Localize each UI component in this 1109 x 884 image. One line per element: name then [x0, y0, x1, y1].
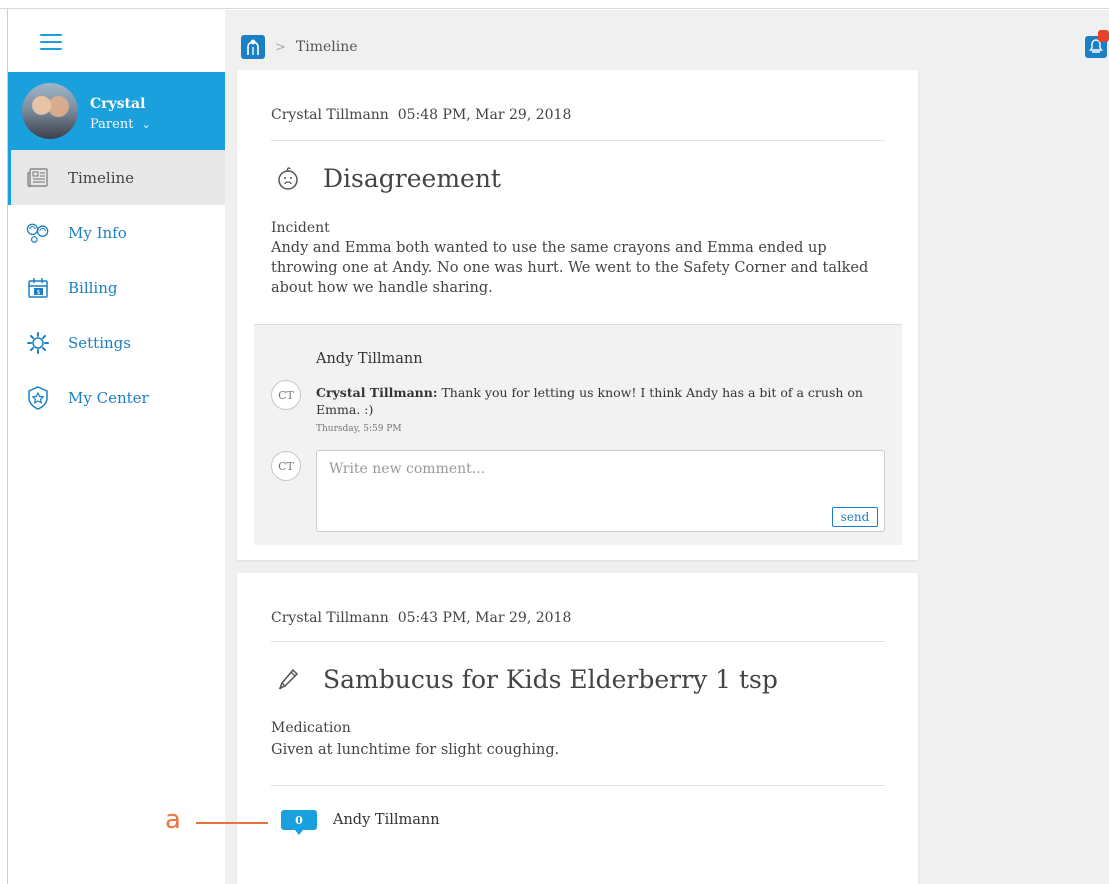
post-meta: Crystal Tillmann 05:48 PM, Mar 29, 2018: [271, 107, 571, 123]
post-title: Sambucus for Kids Elderberry 1 tsp: [323, 665, 778, 694]
app-home-icon[interactable]: [241, 35, 265, 59]
role-label: Parent: [90, 117, 134, 132]
face-icon: [275, 166, 301, 192]
post-category: Incident: [271, 220, 330, 236]
post-description: Given at lunchtime for slight coughing.: [271, 742, 560, 758]
breadcrumb-current: Timeline: [295, 39, 358, 55]
avatar: CT: [271, 380, 301, 410]
sidebar-item-timeline[interactable]: Timeline: [8, 150, 225, 205]
chevron-down-icon: ⌄: [141, 118, 151, 131]
comment-timestamp: Thursday, 5:59 PM: [316, 424, 402, 434]
child-name: Andy Tillmann: [333, 812, 440, 828]
role-dropdown[interactable]: Parent ⌄: [90, 117, 151, 132]
divider: [271, 641, 885, 642]
post-author: Crystal Tillmann: [271, 107, 389, 123]
post-title-row: Sambucus for Kids Elderberry 1 tsp: [275, 665, 778, 694]
post-category: Medication: [271, 720, 351, 736]
sidebar-item-label: Settings: [68, 333, 131, 352]
avatar: [22, 83, 78, 139]
calendar-dollar-icon: $: [26, 276, 50, 300]
pen-icon: [275, 667, 301, 693]
profile-name: Crystal: [90, 96, 146, 112]
avatar: CT: [271, 451, 301, 481]
newspaper-icon: [26, 166, 50, 190]
breadcrumb: > Timeline: [241, 35, 358, 59]
post-title: Disagreement: [323, 164, 501, 193]
comment-author: Crystal Tillmann:: [316, 385, 438, 400]
send-button[interactable]: send: [832, 507, 878, 527]
timeline-post: Crystal Tillmann 05:43 PM, Mar 29, 2018 …: [237, 573, 918, 884]
window-top-edge: [0, 0, 1109, 9]
sidebar-item-billing[interactable]: $ Billing: [8, 260, 225, 315]
breadcrumb-separator: >: [275, 39, 286, 55]
post-title-row: Disagreement: [275, 164, 501, 193]
sidebar: Crystal Parent ⌄ Timeline My Info $ Bill…: [8, 10, 225, 884]
post-timestamp: 05:48 PM, Mar 29, 2018: [397, 107, 572, 123]
new-comment-input[interactable]: [316, 450, 885, 532]
sidebar-nav: Timeline My Info $ Billing Settings My C…: [8, 150, 225, 425]
sidebar-item-label: My Info: [68, 223, 127, 242]
post-timestamp: 05:43 PM, Mar 29, 2018: [397, 610, 572, 626]
hamburger-menu-icon[interactable]: [40, 34, 62, 50]
post-author: Crystal Tillmann: [271, 610, 389, 626]
sidebar-item-my-center[interactable]: My Center: [8, 370, 225, 425]
gear-icon: [26, 331, 50, 355]
people-icon: [26, 221, 50, 245]
timeline-post: Crystal Tillmann 05:48 PM, Mar 29, 2018 …: [237, 70, 918, 560]
sidebar-item-settings[interactable]: Settings: [8, 315, 225, 370]
comments-section: Andy Tillmann CT Crystal Tillmann: Thank…: [254, 324, 902, 545]
profile-header[interactable]: Crystal Parent ⌄: [8, 72, 225, 150]
sidebar-item-label: Billing: [68, 278, 118, 297]
sidebar-item-my-info[interactable]: My Info: [8, 205, 225, 260]
annotation-label: a: [165, 805, 181, 835]
post-description: Andy and Emma both wanted to use the sam…: [271, 240, 869, 296]
comment-child-name: Andy Tillmann: [316, 351, 423, 367]
post-meta: Crystal Tillmann 05:43 PM, Mar 29, 2018: [271, 610, 571, 626]
sidebar-item-label: Timeline: [68, 168, 135, 187]
annotation-line: [196, 822, 268, 824]
divider: [271, 785, 885, 786]
svg-text:$: $: [37, 289, 41, 296]
divider: [271, 140, 885, 141]
bell-icon[interactable]: [1085, 30, 1109, 58]
comment-count-row: 0 Andy Tillmann: [281, 810, 440, 835]
sidebar-item-label: My Center: [68, 388, 149, 407]
comment-count-badge[interactable]: 0: [281, 810, 317, 835]
comment-text: Crystal Tillmann: Thank you for letting …: [316, 384, 890, 418]
star-badge-icon: [26, 385, 50, 410]
